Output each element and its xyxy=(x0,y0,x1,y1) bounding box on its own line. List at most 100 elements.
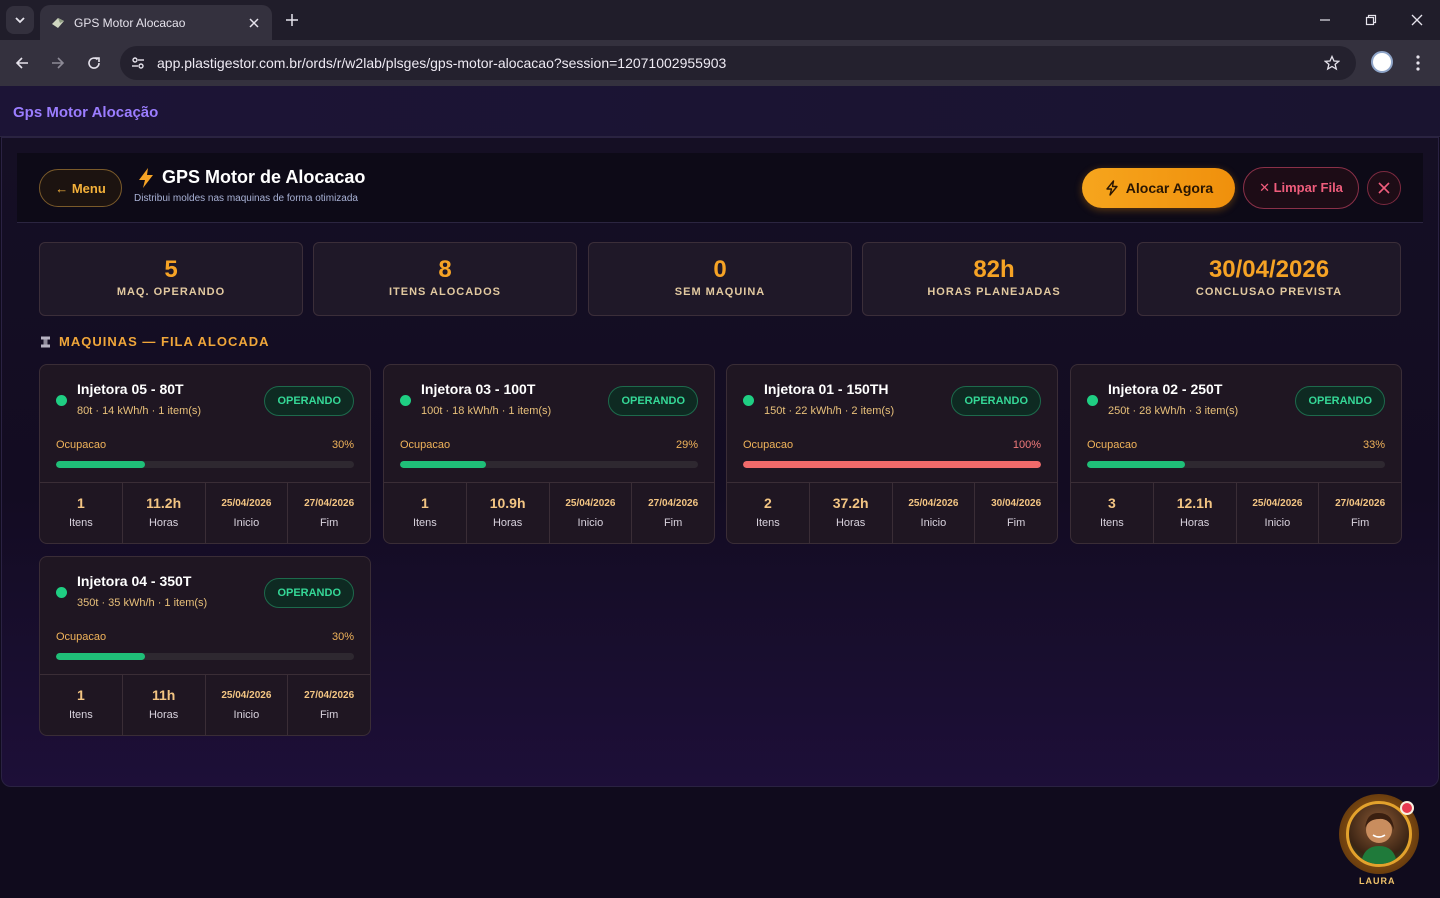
metric-value: 12.1h xyxy=(1176,495,1213,511)
metric-label: Inicio xyxy=(1264,517,1291,529)
metric-label: Inicio xyxy=(577,517,604,529)
metric-value: 25/04/2026 xyxy=(565,498,616,509)
metric-value: 25/04/2026 xyxy=(1252,498,1303,509)
browser-tab-active[interactable]: GPS Motor Alocacao xyxy=(40,5,272,40)
metric-label: Itens xyxy=(68,709,93,721)
metric-label: Itens xyxy=(412,517,437,529)
app-title[interactable]: Gps Motor Alocação xyxy=(13,104,158,121)
page-title: GPS Motor de Alocacao xyxy=(162,167,366,187)
metric-value: 37.2h xyxy=(832,495,869,511)
bookmark-star-icon[interactable] xyxy=(1322,53,1342,73)
bolt-icon xyxy=(1106,180,1118,196)
metric-value: 30/04/2026 xyxy=(991,498,1042,509)
tab-search-button[interactable] xyxy=(6,6,34,34)
occupancy-bar xyxy=(400,461,698,468)
machine-name: Injetora 05 - 80T xyxy=(77,381,184,397)
metric-itens: 2 Itens xyxy=(727,483,810,543)
metric-label: Inicio xyxy=(920,517,947,529)
metric-horas: 11h Horas xyxy=(123,675,206,735)
metric-inicio: 25/04/2026 Inicio xyxy=(1237,483,1320,543)
reload-button[interactable] xyxy=(83,52,105,74)
metric-value: 10.9h xyxy=(489,495,526,511)
metric-horas: 11.2h Horas xyxy=(123,483,206,543)
metric-label: Fim xyxy=(1006,517,1026,529)
metric-value: 25/04/2026 xyxy=(221,690,272,701)
metric-horas: 10.9h Horas xyxy=(467,483,550,543)
metric-label: Horas xyxy=(492,517,523,529)
status-dot xyxy=(56,587,67,598)
app-header: Gps Motor Alocação xyxy=(0,86,1440,137)
avatar-portrait-icon xyxy=(1361,812,1397,864)
metric-label: Itens xyxy=(755,517,780,529)
limpar-fila-button[interactable]: ✕ Limpar Fila xyxy=(1243,167,1359,209)
metric-label: Fim xyxy=(1350,517,1370,529)
occupancy-bar xyxy=(743,461,1041,468)
metric-label: Fim xyxy=(319,517,339,529)
metric-fim: 27/04/2026 Fim xyxy=(288,483,370,543)
machine-card[interactable]: Injetora 05 - 80T 80t · 14 kWh/h · 1 ite… xyxy=(39,364,371,544)
metric-inicio: 25/04/2026 Inicio xyxy=(206,483,289,543)
occupancy-percent: 100% xyxy=(1012,439,1041,451)
browser-tabbar: GPS Motor Alocacao xyxy=(0,0,1440,40)
metric-label: Inicio xyxy=(233,709,260,721)
occupancy-percent: 30% xyxy=(331,439,354,451)
favicon-icon xyxy=(50,15,66,31)
browser-menu-button[interactable] xyxy=(1408,52,1428,74)
metric-horas: 12.1h Horas xyxy=(1154,483,1237,543)
address-bar[interactable]: app.plastigestor.com.br/ords/r/w2lab/pls… xyxy=(120,46,1356,80)
occupancy-label: Ocupacao xyxy=(1087,439,1138,451)
metric-value: 25/04/2026 xyxy=(221,498,272,509)
back-button[interactable] xyxy=(11,52,33,74)
status-badge: OPERANDO xyxy=(951,386,1041,416)
minimize-button[interactable] xyxy=(1315,10,1335,30)
forward-button[interactable] xyxy=(47,52,69,74)
status-dot xyxy=(743,395,754,406)
metric-value: 1 xyxy=(420,495,429,511)
machine-card[interactable]: Injetora 03 - 100T 100t · 18 kWh/h · 1 i… xyxy=(383,364,715,544)
window-close-button[interactable] xyxy=(1407,10,1427,30)
alocar-agora-label: Alocar Agora xyxy=(1125,180,1214,196)
occupancy-percent: 33% xyxy=(1362,439,1385,451)
metric-itens: 1 Itens xyxy=(40,483,123,543)
metric-value: 11.2h xyxy=(146,495,182,511)
restore-button[interactable] xyxy=(1361,10,1381,30)
machine-card[interactable]: Injetora 04 - 350T 350t · 35 kWh/h · 1 i… xyxy=(39,556,371,736)
machine-specs: 100t · 18 kWh/h · 1 item(s) xyxy=(421,405,552,417)
menu-button[interactable]: ← Menu xyxy=(39,169,122,207)
alocar-agora-button[interactable]: Alocar Agora xyxy=(1082,168,1235,208)
site-info-icon[interactable] xyxy=(128,53,148,73)
machine-card[interactable]: Injetora 01 - 150TH 150t · 22 kWh/h · 2 … xyxy=(726,364,1058,544)
tab-title: GPS Motor Alocacao xyxy=(74,15,186,30)
close-panel-button[interactable] xyxy=(1367,171,1401,205)
machine-specs: 80t · 14 kWh/h · 1 item(s) xyxy=(77,405,202,417)
metric-fim: 27/04/2026 Fim xyxy=(288,675,370,735)
machine-metrics: 1 Itens 10.9h Horas 25/04/2026 Inicio 27/04… xyxy=(384,482,714,543)
stat-value: 30/04/2026 xyxy=(1208,256,1330,283)
machine-name: Injetora 02 - 250T xyxy=(1108,381,1223,397)
back-arrow-icon xyxy=(15,57,28,69)
machine-metrics: 2 Itens 37.2h Horas 25/04/2026 Inicio 30/04… xyxy=(727,482,1057,543)
machine-specs: 250t · 28 kWh/h · 3 item(s) xyxy=(1108,405,1239,417)
forward-arrow-icon xyxy=(52,57,65,69)
tab-close-icon[interactable] xyxy=(246,15,262,31)
profile-avatar[interactable] xyxy=(1371,51,1393,73)
status-badge: OPERANDO xyxy=(608,386,698,416)
kebab-icon xyxy=(1416,55,1420,71)
occupancy-percent: 30% xyxy=(331,631,354,643)
metric-value: 27/04/2026 xyxy=(304,498,355,509)
new-tab-button[interactable] xyxy=(282,10,302,30)
stat-itens-alocados: 8 ITENS ALOCADOS xyxy=(313,242,577,316)
metric-label: Horas xyxy=(1179,517,1210,529)
metric-label: Itens xyxy=(68,517,93,529)
plus-icon xyxy=(286,14,298,26)
machine-card[interactable]: Injetora 02 - 250T 250t · 28 kWh/h · 3 i… xyxy=(1070,364,1402,544)
metric-value: 11h xyxy=(151,687,176,703)
metric-label: Inicio xyxy=(233,517,260,529)
machine-icon xyxy=(41,336,50,347)
stat-value: 8 xyxy=(438,256,452,283)
stat-label: ITENS ALOCADOS xyxy=(389,286,501,298)
metric-value: 1 xyxy=(76,495,85,511)
occupancy-label: Ocupacao xyxy=(743,439,794,451)
stat-maq-operando: 5 MAQ. OPERANDO xyxy=(39,242,303,316)
metric-inicio: 25/04/2026 Inicio xyxy=(893,483,976,543)
